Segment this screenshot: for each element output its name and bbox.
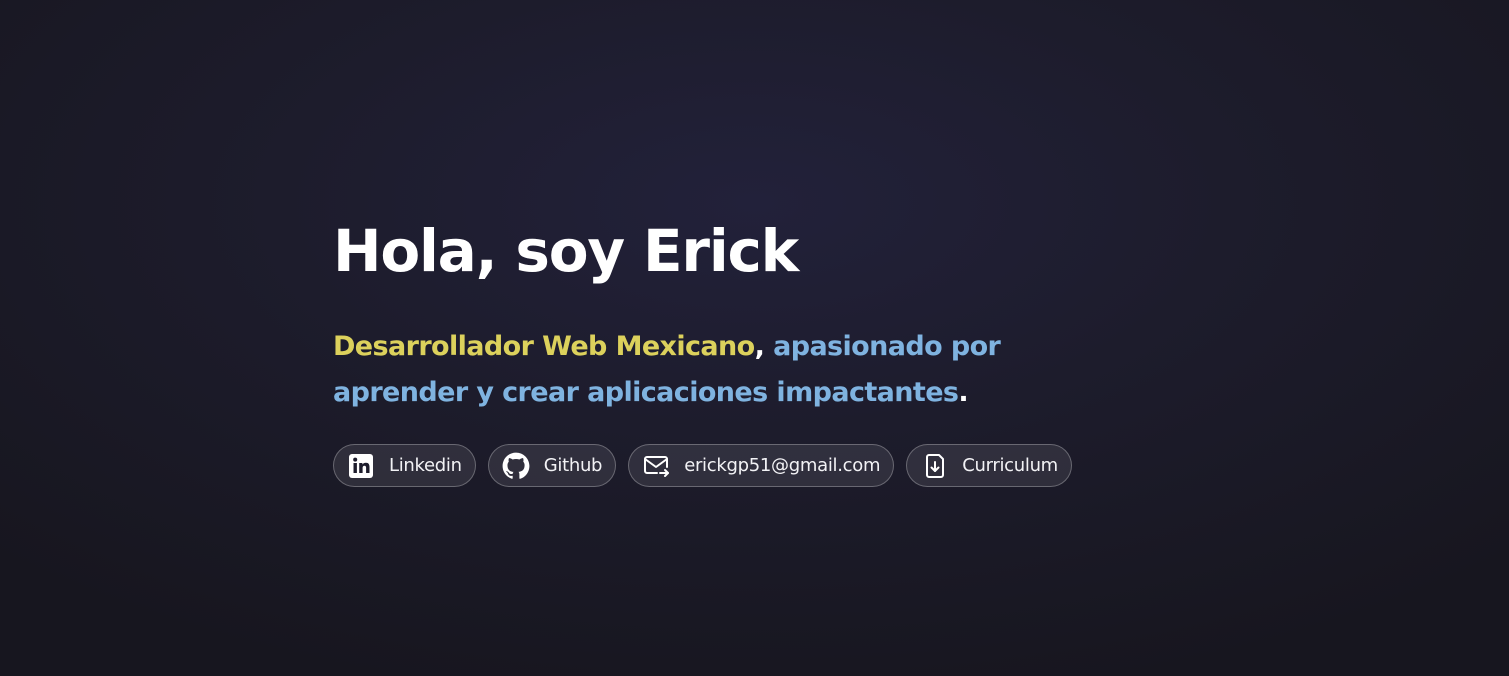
- hero-title: Hola, soy Erick: [333, 217, 799, 285]
- tagline-separator: ,: [754, 331, 774, 362]
- linkedin-link-button[interactable]: Linkedin: [333, 444, 476, 487]
- hero-tagline: Desarrollador Web Mexicano, apasionado p…: [333, 324, 1053, 416]
- file-download-icon: [920, 452, 948, 480]
- curriculum-link-label: Curriculum: [962, 455, 1058, 476]
- tagline-period: .: [958, 377, 969, 408]
- linkedin-icon: [347, 452, 375, 480]
- linkedin-link-label: Linkedin: [389, 455, 462, 476]
- curriculum-download-button[interactable]: Curriculum: [906, 444, 1072, 487]
- github-link-button[interactable]: Github: [487, 444, 617, 487]
- github-icon: [502, 452, 530, 480]
- mail-icon: [642, 452, 670, 480]
- tagline-highlight-role: Desarrollador Web Mexicano: [333, 331, 755, 362]
- email-link-button[interactable]: erickgp51@gmail.com: [628, 444, 895, 487]
- social-links: Linkedin Github erickgp51@gmail.com Curr…: [333, 444, 1133, 487]
- email-link-label: erickgp51@gmail.com: [684, 455, 881, 476]
- github-link-label: Github: [543, 455, 603, 476]
- hero-section: Hola, soy Erick Desarrollador Web Mexica…: [333, 212, 1133, 487]
